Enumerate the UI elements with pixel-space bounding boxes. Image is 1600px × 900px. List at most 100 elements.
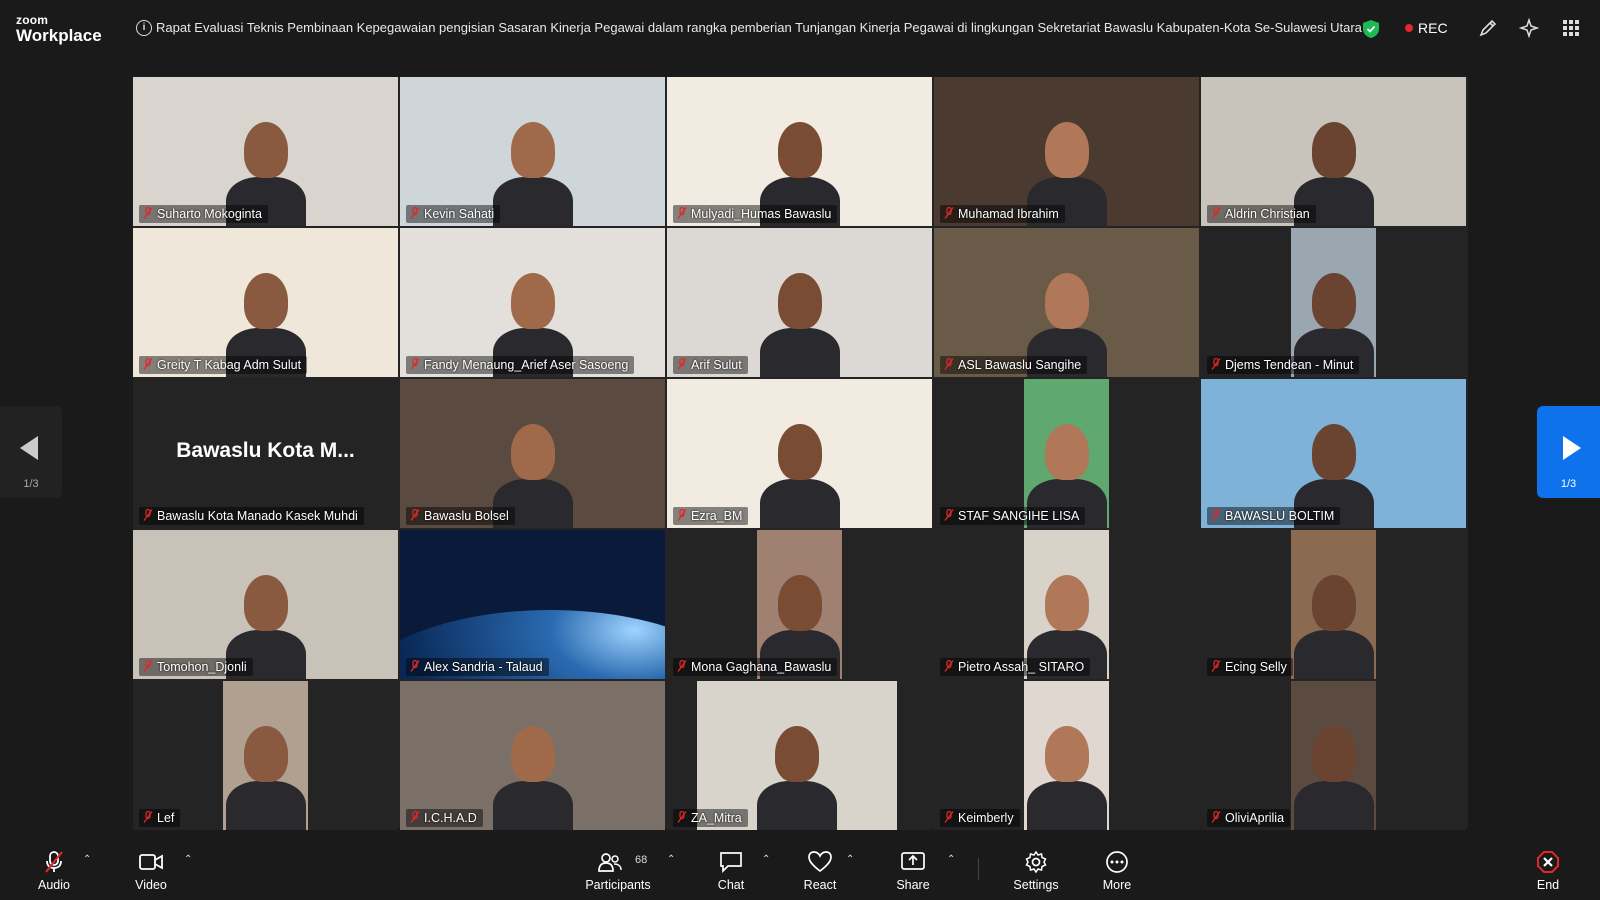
participants-options-chevron-icon[interactable]: ⌃: [667, 854, 675, 865]
end-label: End: [1536, 878, 1560, 892]
person-silhouette: [1293, 630, 1374, 679]
participant-tile[interactable]: Bawaslu Bolsel: [400, 379, 665, 528]
chat-options-chevron-icon[interactable]: ⌃: [762, 854, 770, 865]
end-meeting-button[interactable]: End: [1528, 840, 1568, 900]
participant-tile[interactable]: Ecing Selly: [1201, 530, 1466, 679]
end-x-icon: [1537, 851, 1559, 873]
participant-tile[interactable]: Kevin Sahati: [400, 77, 665, 226]
settings-label: Settings: [1013, 878, 1059, 892]
person-head: [510, 726, 555, 782]
participant-tile[interactable]: Djems Tendean - Minut: [1201, 228, 1466, 377]
participant-tile[interactable]: Mulyadi_Humas Bawaslu: [667, 77, 932, 226]
chevron-left-icon: [20, 436, 38, 460]
person-head: [1044, 424, 1089, 480]
participant-name-label: Muhamad Ibrahim: [940, 205, 1065, 223]
participant-name-label: BAWASLU BOLTIM: [1207, 507, 1341, 525]
video-label: Video: [135, 878, 167, 892]
person-head: [1311, 424, 1356, 480]
participant-tile[interactable]: Tomohon_Djonli: [133, 530, 398, 679]
meeting-toolbar: Audio ⌃ Video ⌃ Participants 68 ⌃ Chat ⌃…: [0, 840, 1600, 900]
previous-page-button[interactable]: 1/3: [0, 406, 62, 498]
participant-tile[interactable]: Suharto Mokoginta: [133, 77, 398, 226]
participant-name-label: Lef: [139, 809, 181, 827]
participant-tile[interactable]: Lef: [133, 681, 398, 830]
participant-name: Alex Sandria - Talaud: [424, 660, 543, 674]
participant-tile[interactable]: Ezra_BM: [667, 379, 932, 528]
participant-name-label: I.C.H.A.D: [406, 809, 483, 827]
next-page-button[interactable]: 1/3: [1537, 406, 1600, 498]
heart-react-icon: [808, 851, 832, 873]
apps-grid-icon[interactable]: [1561, 18, 1581, 38]
microphone-muted-icon: [410, 509, 420, 521]
rec-label: REC: [1418, 20, 1448, 36]
microphone-muted-icon: [677, 811, 687, 823]
participant-tile[interactable]: Muhamad Ibrahim: [934, 77, 1199, 226]
audio-options-chevron-icon[interactable]: ⌃: [83, 854, 91, 865]
share-button[interactable]: Share: [889, 840, 937, 900]
share-screen-icon: [901, 852, 925, 870]
react-button[interactable]: React: [796, 840, 844, 900]
participant-name: Kevin Sahati: [424, 207, 495, 221]
video-camera-icon: [139, 854, 163, 870]
person-head: [777, 273, 822, 329]
participant-tile[interactable]: Arif Sulut: [667, 228, 932, 377]
more-label: More: [1102, 878, 1132, 892]
settings-button[interactable]: Settings: [1006, 840, 1066, 900]
participant-tile[interactable]: Fandy Menaung_Arief Aser Sasoeng: [400, 228, 665, 377]
audio-button[interactable]: Audio: [30, 840, 78, 900]
microphone-muted-icon: [45, 851, 63, 873]
share-options-chevron-icon[interactable]: ⌃: [947, 854, 955, 865]
person-silhouette: [759, 328, 840, 377]
info-icon[interactable]: i: [136, 20, 152, 36]
react-label: React: [803, 878, 837, 892]
participant-tile[interactable]: I.C.H.A.D: [400, 681, 665, 830]
person-head: [243, 122, 288, 178]
microphone-muted-icon: [1211, 811, 1221, 823]
participant-tile[interactable]: Alex Sandria - Talaud: [400, 530, 665, 679]
annotate-pen-icon[interactable]: [1478, 18, 1498, 38]
microphone-muted-icon: [410, 358, 420, 370]
more-button[interactable]: More: [1095, 840, 1139, 900]
person-head: [243, 575, 288, 631]
participant-name: ASL Bawaslu Sangihe: [958, 358, 1082, 372]
participant-tile[interactable]: Pietro Assah_ SITARO: [934, 530, 1199, 679]
shield-icon[interactable]: [1363, 20, 1379, 38]
zoom-workplace-logo: zoom Workplace: [16, 14, 102, 44]
participant-tile[interactable]: Keimberly: [934, 681, 1199, 830]
participant-tile[interactable]: Bawaslu Kota M... Bawaslu Kota Manado Kas…: [133, 379, 398, 528]
participant-tile[interactable]: STAF SANGIHE LISA: [934, 379, 1199, 528]
microphone-muted-icon: [944, 358, 954, 370]
participant-name: OliviAprilia: [1225, 811, 1285, 825]
person-head: [510, 273, 555, 329]
participant-tile[interactable]: OliviAprilia: [1201, 681, 1466, 830]
person-silhouette: [225, 781, 306, 830]
page-indicator-right: 1/3: [1560, 478, 1577, 490]
participant-name-label: Djems Tendean - Minut: [1207, 356, 1360, 374]
person-silhouette: [757, 781, 837, 830]
participant-tile[interactable]: Mona Gaghana_Bawaslu: [667, 530, 932, 679]
participants-button[interactable]: Participants: [580, 840, 656, 900]
video-options-chevron-icon[interactable]: ⌃: [184, 854, 192, 865]
chat-label: Chat: [717, 878, 745, 892]
video-button[interactable]: Video: [127, 840, 175, 900]
brand-big: Workplace: [16, 26, 102, 45]
participant-name-label: Aldrin Christian: [1207, 205, 1316, 223]
participant-tile[interactable]: ZA_Mitra: [667, 681, 932, 830]
participant-name: Ecing Selly: [1225, 660, 1287, 674]
participant-name: ZA_Mitra: [691, 811, 742, 825]
participant-name-label: STAF SANGIHE LISA: [940, 507, 1086, 525]
chat-button[interactable]: Chat: [708, 840, 754, 900]
gallery-grid: Suharto Mokoginta Kevin Sahati Mulyadi_Hum…: [133, 77, 1468, 830]
participant-tile[interactable]: BAWASLU BOLTIM: [1201, 379, 1466, 528]
participant-tile[interactable]: Aldrin Christian: [1201, 77, 1466, 226]
participant-tile[interactable]: Greity T Kabag Adm Sulut: [133, 228, 398, 377]
react-options-chevron-icon[interactable]: ⌃: [846, 854, 854, 865]
participant-name-label: Pietro Assah_ SITARO: [940, 658, 1091, 676]
recording-indicator[interactable]: REC: [1405, 20, 1448, 36]
ai-companion-sparkle-icon[interactable]: [1519, 18, 1539, 38]
microphone-muted-icon: [143, 207, 153, 219]
participant-tile[interactable]: ASL Bawaslu Sangihe: [934, 228, 1199, 377]
person-head: [1311, 575, 1356, 631]
microphone-muted-icon: [143, 660, 153, 672]
participant-name: Greity T Kabag Adm Sulut: [157, 358, 302, 372]
